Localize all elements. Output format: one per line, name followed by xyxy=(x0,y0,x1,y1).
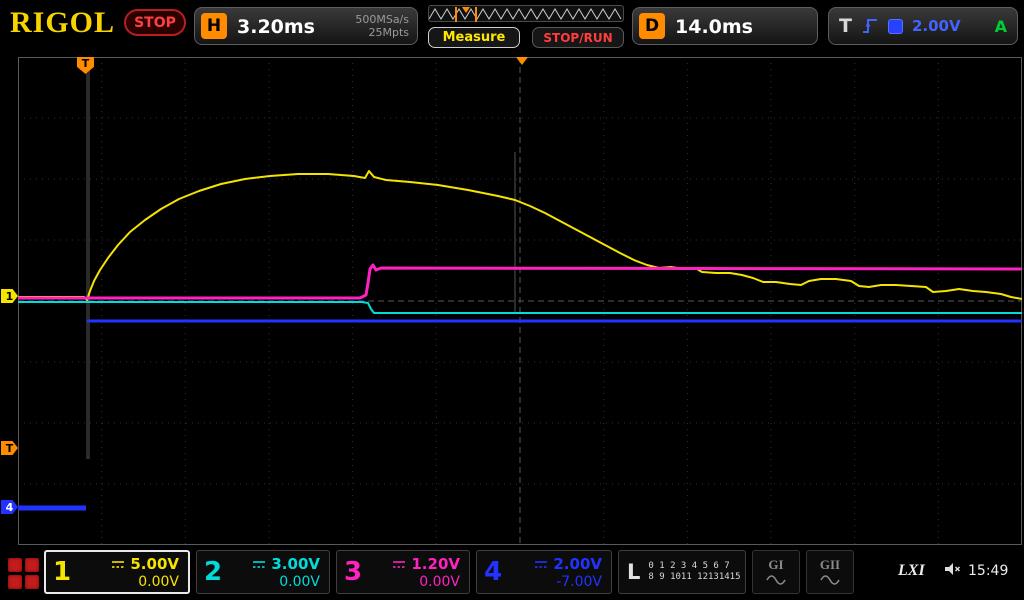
acquisition-info: 500MSa/s 25Mpts xyxy=(355,13,409,39)
channel1-values: 5.00V 0.00V xyxy=(78,555,188,590)
dc-coupling-icon xyxy=(392,559,406,569)
menu-grid-icon xyxy=(25,558,39,572)
channel4-number: 4 xyxy=(477,557,509,587)
memory-position-strip[interactable] xyxy=(428,5,624,22)
channel3-values: 1.20V 0.00V xyxy=(369,555,469,590)
stop-run-button[interactable]: STOP/RUN xyxy=(532,27,624,48)
dc-coupling-icon xyxy=(252,559,266,569)
waveform-ch1 xyxy=(18,171,1022,300)
timebase-value: 3.20ms xyxy=(237,16,315,38)
rigol-logo: RIGOL xyxy=(10,6,115,40)
waveform-ch3 xyxy=(18,265,1022,298)
channel1-scale: 5.00V xyxy=(130,555,179,573)
dc-coupling-icon xyxy=(534,559,548,569)
waveform-ch2 xyxy=(18,302,1022,313)
horizontal-settings-box[interactable]: H 3.20ms 500MSa/s 25Mpts xyxy=(194,7,418,45)
waveform-traces xyxy=(18,57,1022,545)
generator1-button[interactable]: GI xyxy=(752,550,800,594)
channel4-scale: 2.00V xyxy=(553,555,602,573)
logic-channel-digits: 0 1 2 3 4 5 6 7 8 9 1011 12131415 xyxy=(648,561,740,583)
run-state-badge: STOP xyxy=(124,9,186,36)
channel1-offset: 0.00V xyxy=(138,574,179,590)
delay-position-icon xyxy=(516,57,528,65)
logic-digits-row2: 8 9 1011 12131415 xyxy=(648,572,740,583)
trigger-mode-indicator: A xyxy=(995,17,1007,36)
channel2-scale: 3.00V xyxy=(271,555,320,573)
channel4-status-box[interactable]: 4 2.00V -7.00V xyxy=(476,550,612,594)
trigger-slope-icon xyxy=(861,17,879,35)
menu-grid-icon xyxy=(25,575,39,589)
menu-grid-icon xyxy=(8,558,22,572)
memory-waveform-icon xyxy=(429,6,623,23)
waveform-display xyxy=(18,57,1022,545)
channel2-status-box[interactable]: 2 3.00V 0.00V xyxy=(196,550,330,594)
oscilloscope-screen: RIGOL STOP H 3.20ms 500MSa/s 25Mpts Meas… xyxy=(0,0,1024,600)
channel3-number: 3 xyxy=(337,557,369,587)
menu-grid-icon xyxy=(8,575,22,589)
speaker-muted-icon[interactable] xyxy=(944,562,962,581)
delay-key-icon[interactable]: D xyxy=(639,13,665,39)
logic-label: L xyxy=(627,560,640,584)
channel1-status-box[interactable]: 1 5.00V 0.00V xyxy=(44,550,190,594)
memory-depth: 25Mpts xyxy=(355,26,409,39)
channel1-number: 1 xyxy=(46,557,78,587)
delay-settings-box[interactable]: D 14.0ms xyxy=(632,7,818,45)
channel2-values: 3.00V 0.00V xyxy=(229,555,329,590)
menu-grid-button[interactable] xyxy=(8,558,39,589)
channel3-offset: 0.00V xyxy=(419,574,460,590)
trigger-source-icon xyxy=(888,19,903,34)
lxi-logo: LXI xyxy=(898,562,925,580)
top-status-bar: RIGOL STOP H 3.20ms 500MSa/s 25Mpts Meas… xyxy=(0,0,1024,56)
horizontal-key-icon[interactable]: H xyxy=(201,13,227,39)
clock: 15:49 xyxy=(968,563,1008,579)
ch4-position-marker[interactable]: 4 xyxy=(1,500,18,514)
ch1-position-marker[interactable]: 1 xyxy=(1,289,18,303)
generator1-label: GI xyxy=(768,557,783,573)
trigger-settings-box[interactable]: T 2.00V A xyxy=(828,7,1018,45)
trigger-level-value: 2.00V xyxy=(912,17,961,35)
channel2-number: 2 xyxy=(197,557,229,587)
logic-analyzer-box[interactable]: L 0 1 2 3 4 5 6 7 8 9 1011 12131415 xyxy=(618,550,746,594)
trigger-label: T xyxy=(839,15,852,37)
channel4-values: 2.00V -7.00V xyxy=(509,555,611,590)
dc-coupling-icon xyxy=(111,559,125,569)
generator2-label: GII xyxy=(820,557,840,573)
channel2-offset: 0.00V xyxy=(279,574,320,590)
bottom-status-bar: 1 5.00V 0.00V 2 xyxy=(0,546,1024,600)
logic-digits-row1: 0 1 2 3 4 5 6 7 xyxy=(648,561,740,572)
generator2-button[interactable]: GII xyxy=(806,550,854,594)
sine-wave-icon xyxy=(766,573,786,587)
sample-rate: 500MSa/s xyxy=(355,13,409,26)
channel3-scale: 1.20V xyxy=(411,555,460,573)
sine-wave-icon xyxy=(820,573,840,587)
channel3-status-box[interactable]: 3 1.20V 0.00V xyxy=(336,550,470,594)
channel4-offset: -7.00V xyxy=(556,574,602,590)
measure-button[interactable]: Measure xyxy=(428,27,520,48)
delay-value: 14.0ms xyxy=(675,16,753,38)
trigger-level-marker[interactable]: T xyxy=(1,441,18,455)
